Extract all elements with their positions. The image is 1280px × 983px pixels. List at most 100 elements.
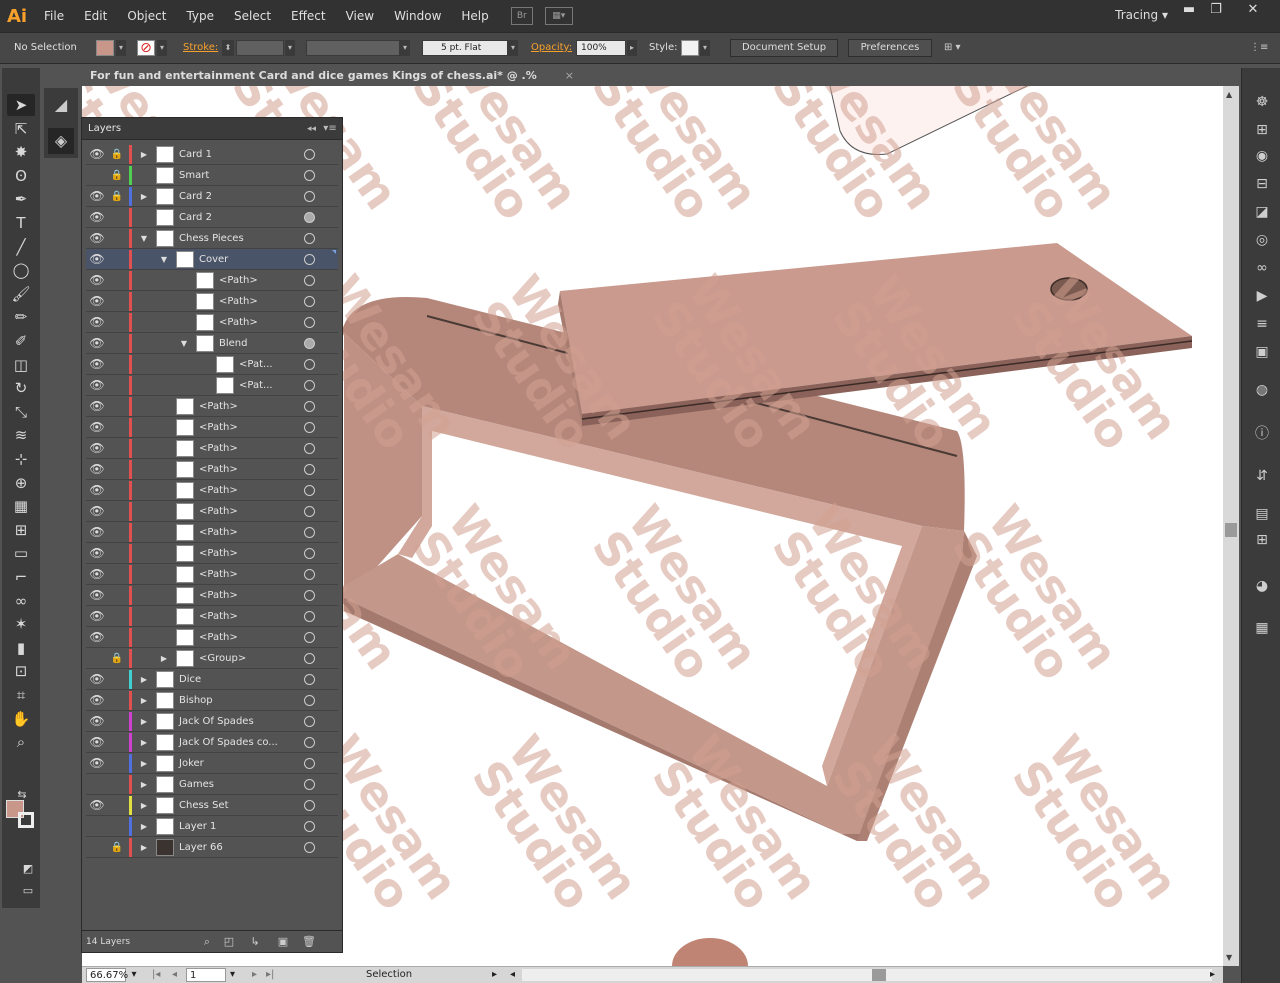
scroll-left-icon[interactable]: ◂ — [510, 968, 515, 982]
layer-name[interactable]: Smart — [179, 165, 209, 186]
gradient-icon[interactable]: ▣ — [1252, 342, 1272, 362]
artboards-icon[interactable]: ▤ — [1252, 504, 1272, 524]
visibility-eye-icon[interactable]: 👁 — [88, 753, 106, 774]
color-icon[interactable]: ◕ — [1252, 576, 1272, 596]
visibility-eye-icon[interactable]: 👁 — [88, 732, 106, 753]
expand-arrow-icon[interactable]: ▶ — [158, 648, 170, 669]
visibility-eye-icon[interactable]: 👁 — [88, 501, 106, 522]
links-icon[interactable]: ∞ — [1252, 258, 1272, 278]
layer-name[interactable]: Layer 1 — [179, 816, 216, 837]
lock-icon[interactable] — [108, 291, 126, 312]
layer-row[interactable]: 👁 <Path> — [86, 459, 338, 480]
target-icon[interactable] — [304, 170, 315, 181]
actions-icon[interactable]: ▶ — [1252, 286, 1272, 306]
layer-name[interactable]: Card 2 — [179, 207, 212, 228]
target-icon[interactable] — [304, 380, 315, 391]
transparency-icon[interactable]: ◍ — [1252, 380, 1272, 400]
lock-icon[interactable]: 🔒 — [108, 144, 126, 165]
layer-row[interactable]: 👁 <Path> — [86, 417, 338, 438]
layer-name[interactable]: <Path> — [199, 585, 238, 606]
target-icon[interactable] — [304, 548, 315, 559]
horizontal-scrollbar[interactable] — [522, 969, 1212, 981]
layer-name[interactable]: <Pat... — [239, 354, 273, 375]
expand-arrow-icon[interactable]: ▼ — [178, 333, 190, 354]
expand-arrow-icon[interactable]: ▶ — [138, 186, 150, 207]
layer-name[interactable]: <Path> — [199, 480, 238, 501]
scroll-up-icon[interactable]: ▲ — [1226, 90, 1232, 99]
visibility-eye-icon[interactable]: 👁 — [88, 249, 106, 270]
target-icon[interactable] — [304, 401, 315, 412]
align-icon[interactable]: ⊟ — [1252, 174, 1272, 194]
navigator-icon[interactable]: ⇵ — [1252, 466, 1272, 486]
fill-swatch[interactable] — [96, 40, 114, 56]
expand-arrow-icon[interactable]: ▶ — [138, 144, 150, 165]
layer-row[interactable]: 👁 <Path> — [86, 270, 338, 291]
target-icon[interactable] — [304, 506, 315, 517]
layer-row[interactable]: 👁 🔒 ▶ Card 2 — [86, 186, 338, 207]
menu-type[interactable]: Type — [176, 0, 224, 32]
layer-name[interactable]: Card 1 — [179, 144, 212, 165]
layer-row[interactable]: 👁 <Path> — [86, 585, 338, 606]
opacity-label[interactable]: Opacity: — [531, 40, 572, 56]
paintbrush-icon[interactable]: 🖌 — [7, 283, 35, 305]
target-icon[interactable] — [304, 716, 315, 727]
panel-menu-icon[interactable]: ▾≡ — [322, 122, 338, 136]
layer-row[interactable]: ▶ Layer 1 — [86, 816, 338, 837]
color-guide-icon[interactable]: ☸ — [1252, 92, 1272, 112]
image-trace-icon[interactable]: ◉ — [1252, 146, 1272, 166]
layer-row[interactable]: 👁 <Path> — [86, 564, 338, 585]
menu-select[interactable]: Select — [224, 0, 281, 32]
symbols-panel-icon[interactable]: ◢ — [48, 92, 74, 118]
lock-icon[interactable] — [108, 438, 126, 459]
visibility-eye-icon[interactable]: 👁 — [88, 627, 106, 648]
visibility-eye-icon[interactable]: 👁 — [88, 228, 106, 249]
info-icon[interactable]: ⓘ — [1252, 424, 1272, 444]
expand-arrow-icon[interactable]: ▶ — [138, 816, 150, 837]
visibility-eye-icon[interactable]: 👁 — [88, 186, 106, 207]
target-icon[interactable] — [304, 254, 315, 265]
layer-name[interactable]: Bishop — [179, 690, 213, 711]
lock-icon[interactable] — [108, 816, 126, 837]
shape-builder-icon[interactable]: ⊕ — [7, 472, 35, 494]
opacity-field[interactable]: 100% — [576, 40, 626, 56]
layer-name[interactable]: Cover — [199, 249, 228, 270]
collapse-panel-icon[interactable]: ◂◂ — [307, 118, 316, 140]
opacity-dropdown[interactable]: ▸ — [627, 40, 637, 56]
visibility-eye-icon[interactable]: 👁 — [88, 375, 106, 396]
menu-window[interactable]: Window — [384, 0, 451, 32]
lock-icon[interactable] — [108, 690, 126, 711]
expand-arrow-icon[interactable]: ▼ — [138, 228, 150, 249]
expand-arrow-icon[interactable]: ▶ — [138, 690, 150, 711]
previous-artboard-icon[interactable]: ◂ — [172, 968, 177, 982]
expand-arrow-icon[interactable]: ▶ — [138, 753, 150, 774]
menu-file[interactable]: File — [34, 0, 74, 32]
layer-name[interactable]: Layer 66 — [179, 837, 223, 858]
target-icon[interactable] — [304, 695, 315, 706]
control-panel-menu-icon[interactable]: ⋮≡ — [1250, 40, 1268, 56]
target-icon[interactable] — [304, 233, 315, 244]
lock-icon[interactable] — [108, 732, 126, 753]
lock-icon[interactable] — [108, 417, 126, 438]
visibility-eye-icon[interactable]: 👁 — [88, 711, 106, 732]
target-icon[interactable] — [304, 842, 315, 853]
hand-icon[interactable]: ✋ — [7, 708, 35, 730]
lock-icon[interactable] — [108, 375, 126, 396]
target-icon[interactable] — [304, 800, 315, 811]
layer-name[interactable]: <Path> — [199, 522, 238, 543]
lock-icon[interactable] — [108, 354, 126, 375]
expand-arrow-icon[interactable]: ▶ — [138, 732, 150, 753]
layer-row[interactable]: 👁 ▶ Bishop — [86, 690, 338, 711]
layer-name[interactable]: <Group> — [199, 648, 246, 669]
menu-effect[interactable]: Effect — [281, 0, 336, 32]
delete-layer-icon[interactable]: 🗑 — [302, 935, 316, 949]
lock-icon[interactable] — [108, 522, 126, 543]
target-icon[interactable] — [304, 737, 315, 748]
layer-name[interactable]: <Path> — [199, 564, 238, 585]
layer-row[interactable]: 👁 <Path> — [86, 543, 338, 564]
blend-icon[interactable]: ∞ — [7, 590, 35, 612]
lock-icon[interactable]: 🔒 — [108, 837, 126, 858]
layer-name[interactable]: Jack Of Spades — [179, 711, 254, 732]
lock-icon[interactable] — [108, 228, 126, 249]
layer-row[interactable]: 👁 <Path> — [86, 480, 338, 501]
lock-icon[interactable] — [108, 606, 126, 627]
